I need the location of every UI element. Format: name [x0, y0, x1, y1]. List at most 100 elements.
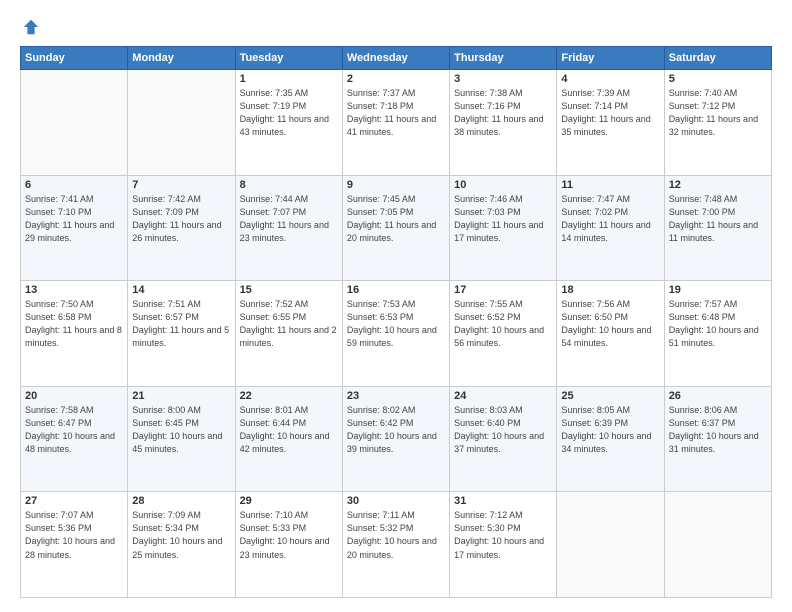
day-number: 19 — [669, 284, 767, 296]
day-cell: 21 Sunrise: 8:00 AM Sunset: 6:45 PM Dayli… — [128, 386, 235, 492]
day-cell: 15 Sunrise: 7:52 AM Sunset: 6:55 PM Dayli… — [235, 281, 342, 387]
day-cell: 14 Sunrise: 7:51 AM Sunset: 6:57 PM Dayli… — [128, 281, 235, 387]
day-info: Sunrise: 7:50 AM Sunset: 6:58 PM Dayligh… — [25, 298, 123, 350]
week-row-3: 13 Sunrise: 7:50 AM Sunset: 6:58 PM Dayli… — [21, 281, 772, 387]
day-info: Sunrise: 7:37 AM Sunset: 7:18 PM Dayligh… — [347, 87, 445, 139]
col-header-sunday: Sunday — [21, 47, 128, 70]
day-cell: 4 Sunrise: 7:39 AM Sunset: 7:14 PM Daylig… — [557, 70, 664, 176]
day-number: 16 — [347, 284, 445, 296]
day-info: Sunrise: 7:42 AM Sunset: 7:09 PM Dayligh… — [132, 193, 230, 245]
day-cell: 28 Sunrise: 7:09 AM Sunset: 5:34 PM Dayli… — [128, 492, 235, 598]
day-cell: 8 Sunrise: 7:44 AM Sunset: 7:07 PM Daylig… — [235, 175, 342, 281]
day-number: 15 — [240, 284, 338, 296]
day-info: Sunrise: 7:38 AM Sunset: 7:16 PM Dayligh… — [454, 87, 552, 139]
day-info: Sunrise: 7:07 AM Sunset: 5:36 PM Dayligh… — [25, 509, 123, 561]
col-header-thursday: Thursday — [450, 47, 557, 70]
day-info: Sunrise: 7:51 AM Sunset: 6:57 PM Dayligh… — [132, 298, 230, 350]
day-cell — [557, 492, 664, 598]
day-number: 7 — [132, 179, 230, 191]
week-row-2: 6 Sunrise: 7:41 AM Sunset: 7:10 PM Daylig… — [21, 175, 772, 281]
day-info: Sunrise: 7:11 AM Sunset: 5:32 PM Dayligh… — [347, 509, 445, 561]
day-cell — [664, 492, 771, 598]
day-info: Sunrise: 8:00 AM Sunset: 6:45 PM Dayligh… — [132, 404, 230, 456]
day-number: 9 — [347, 179, 445, 191]
day-cell — [21, 70, 128, 176]
day-number: 5 — [669, 73, 767, 85]
day-cell: 26 Sunrise: 8:06 AM Sunset: 6:37 PM Dayli… — [664, 386, 771, 492]
day-cell: 22 Sunrise: 8:01 AM Sunset: 6:44 PM Dayli… — [235, 386, 342, 492]
day-cell: 2 Sunrise: 7:37 AM Sunset: 7:18 PM Daylig… — [342, 70, 449, 176]
day-number: 13 — [25, 284, 123, 296]
day-number: 22 — [240, 390, 338, 402]
day-cell: 29Sunrise: 7:10 AM Sunset: 5:33 PM Dayli… — [235, 492, 342, 598]
day-number: 26 — [669, 390, 767, 402]
day-cell: 16 Sunrise: 7:53 AM Sunset: 6:53 PM Dayli… — [342, 281, 449, 387]
day-number: 10 — [454, 179, 552, 191]
day-info: Sunrise: 7:47 AM Sunset: 7:02 PM Dayligh… — [561, 193, 659, 245]
day-cell: 20 Sunrise: 7:58 AM Sunset: 6:47 PM Dayli… — [21, 386, 128, 492]
day-number: 3 — [454, 73, 552, 85]
week-row-4: 20 Sunrise: 7:58 AM Sunset: 6:47 PM Dayli… — [21, 386, 772, 492]
header — [20, 18, 772, 36]
day-number: 12 — [669, 179, 767, 191]
day-number: 6 — [25, 179, 123, 191]
day-number: 2 — [347, 73, 445, 85]
day-number: 21 — [132, 390, 230, 402]
day-info: Sunrise: 7:46 AM Sunset: 7:03 PM Dayligh… — [454, 193, 552, 245]
day-number: 17 — [454, 284, 552, 296]
day-number: 27 — [25, 495, 123, 507]
day-info: Sunrise: 8:01 AM Sunset: 6:44 PM Dayligh… — [240, 404, 338, 456]
col-header-saturday: Saturday — [664, 47, 771, 70]
day-cell: 13 Sunrise: 7:50 AM Sunset: 6:58 PM Dayli… — [21, 281, 128, 387]
day-info: Sunrise: 7:55 AM Sunset: 6:52 PM Dayligh… — [454, 298, 552, 350]
day-number: 8 — [240, 179, 338, 191]
day-cell: 17 Sunrise: 7:55 AM Sunset: 6:52 PM Dayli… — [450, 281, 557, 387]
day-info: Sunrise: 7:41 AM Sunset: 7:10 PM Dayligh… — [25, 193, 123, 245]
day-cell: 25 Sunrise: 8:05 AM Sunset: 6:39 PM Dayli… — [557, 386, 664, 492]
day-info: Sunrise: 7:57 AM Sunset: 6:48 PM Dayligh… — [669, 298, 767, 350]
col-header-monday: Monday — [128, 47, 235, 70]
day-cell: 18Sunrise: 7:56 AM Sunset: 6:50 PM Dayli… — [557, 281, 664, 387]
calendar-table: SundayMondayTuesdayWednesdayThursdayFrid… — [20, 46, 772, 598]
day-info: Sunrise: 8:06 AM Sunset: 6:37 PM Dayligh… — [669, 404, 767, 456]
day-number: 14 — [132, 284, 230, 296]
header-row: SundayMondayTuesdayWednesdayThursdayFrid… — [21, 47, 772, 70]
day-number: 31 — [454, 495, 552, 507]
day-info: Sunrise: 7:58 AM Sunset: 6:47 PM Dayligh… — [25, 404, 123, 456]
day-info: Sunrise: 8:03 AM Sunset: 6:40 PM Dayligh… — [454, 404, 552, 456]
day-number: 4 — [561, 73, 659, 85]
day-cell: 12Sunrise: 7:48 AM Sunset: 7:00 PM Dayli… — [664, 175, 771, 281]
day-cell: 31 Sunrise: 7:12 AM Sunset: 5:30 PM Dayli… — [450, 492, 557, 598]
day-cell: 9Sunrise: 7:45 AM Sunset: 7:05 PM Daylig… — [342, 175, 449, 281]
day-cell: 5 Sunrise: 7:40 AM Sunset: 7:12 PM Daylig… — [664, 70, 771, 176]
day-number: 20 — [25, 390, 123, 402]
day-info: Sunrise: 7:39 AM Sunset: 7:14 PM Dayligh… — [561, 87, 659, 139]
day-number: 24 — [454, 390, 552, 402]
logo-icon — [22, 18, 40, 36]
day-cell: 19 Sunrise: 7:57 AM Sunset: 6:48 PM Dayli… — [664, 281, 771, 387]
day-info: Sunrise: 7:35 AM Sunset: 7:19 PM Dayligh… — [240, 87, 338, 139]
day-info: Sunrise: 7:53 AM Sunset: 6:53 PM Dayligh… — [347, 298, 445, 350]
day-number: 18 — [561, 284, 659, 296]
day-info: Sunrise: 7:40 AM Sunset: 7:12 PM Dayligh… — [669, 87, 767, 139]
col-header-tuesday: Tuesday — [235, 47, 342, 70]
day-info: Sunrise: 7:52 AM Sunset: 6:55 PM Dayligh… — [240, 298, 338, 350]
day-cell: 30Sunrise: 7:11 AM Sunset: 5:32 PM Dayli… — [342, 492, 449, 598]
logo — [20, 18, 40, 36]
day-number: 28 — [132, 495, 230, 507]
day-info: Sunrise: 7:44 AM Sunset: 7:07 PM Dayligh… — [240, 193, 338, 245]
day-cell: 7 Sunrise: 7:42 AM Sunset: 7:09 PM Daylig… — [128, 175, 235, 281]
day-info: Sunrise: 8:05 AM Sunset: 6:39 PM Dayligh… — [561, 404, 659, 456]
day-cell: 24 Sunrise: 8:03 AM Sunset: 6:40 PM Dayli… — [450, 386, 557, 492]
day-cell: 1 Sunrise: 7:35 AM Sunset: 7:19 PM Daylig… — [235, 70, 342, 176]
day-cell: 10 Sunrise: 7:46 AM Sunset: 7:03 PM Dayli… — [450, 175, 557, 281]
day-info: Sunrise: 7:09 AM Sunset: 5:34 PM Dayligh… — [132, 509, 230, 561]
day-number: 29 — [240, 495, 338, 507]
day-number: 1 — [240, 73, 338, 85]
col-header-wednesday: Wednesday — [342, 47, 449, 70]
day-info: Sunrise: 7:12 AM Sunset: 5:30 PM Dayligh… — [454, 509, 552, 561]
day-number: 23 — [347, 390, 445, 402]
day-number: 25 — [561, 390, 659, 402]
day-cell: 11Sunrise: 7:47 AM Sunset: 7:02 PM Dayli… — [557, 175, 664, 281]
day-cell — [128, 70, 235, 176]
